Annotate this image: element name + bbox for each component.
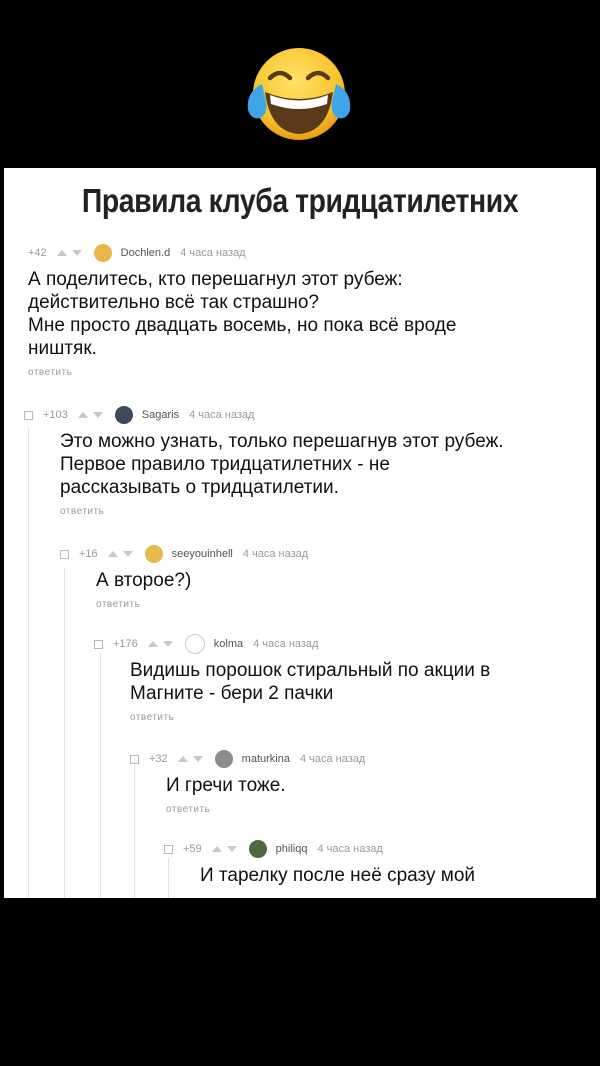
reply-link[interactable]: ответить xyxy=(28,367,456,378)
upvote-icon[interactable] xyxy=(177,756,188,762)
collapse-toggle-icon[interactable] xyxy=(164,844,173,854)
avatar[interactable] xyxy=(214,750,233,768)
avatar[interactable] xyxy=(114,406,133,424)
comment-time: 4 часа назад xyxy=(299,753,366,765)
reply-link[interactable]: ответить xyxy=(96,599,308,610)
comment-time: 4 часа назад xyxy=(189,409,255,421)
comment-author[interactable]: kolma xyxy=(214,638,243,650)
comment-author[interactable]: maturkina xyxy=(242,753,290,765)
thread-line xyxy=(64,568,65,898)
comment: +42 Dochlen.d 4 часа назад А поделитесь,… xyxy=(28,242,456,378)
comment-meta: +32 maturkina 4 часа назад xyxy=(130,748,365,770)
downvote-icon[interactable] xyxy=(226,846,237,852)
comment-text: Видишь порошок стиральный по акции в Маг… xyxy=(130,660,491,704)
downvote-icon[interactable] xyxy=(192,756,203,762)
comment-author[interactable]: philiqq xyxy=(276,843,308,855)
comment-author[interactable]: seeyouinhell xyxy=(172,548,233,560)
comment-time: 4 часа назад xyxy=(317,843,383,855)
reply-link[interactable]: ответить xyxy=(130,712,490,723)
comment-rating: +103 xyxy=(43,409,68,421)
comment-meta: +16 seeyouinhell 4 часа назад xyxy=(60,543,308,565)
comment-meta: +176 kolma 4 часа назад xyxy=(94,633,490,655)
comment: +32 maturkina 4 часа назад И гречи тоже.… xyxy=(130,748,365,815)
downvote-icon[interactable] xyxy=(92,412,103,418)
comment-text: И тарелку после неё сразу мой xyxy=(200,865,476,886)
upvote-icon[interactable] xyxy=(56,250,67,256)
comment: +103 Sagaris 4 часа назад Это можно узна… xyxy=(24,404,504,517)
comment-rating: +16 xyxy=(79,548,98,560)
upvote-icon[interactable] xyxy=(107,551,118,557)
comment: +16 seeyouinhell 4 часа назад А второе?)… xyxy=(60,543,308,610)
comment-rating: +176 xyxy=(113,638,138,650)
page-title: Правила клуба тридцатилетних xyxy=(81,182,519,219)
comment-time: 4 часа назад xyxy=(253,638,319,650)
comment-meta: +42 Dochlen.d 4 часа назад xyxy=(28,242,456,264)
reply-link[interactable]: ответить xyxy=(60,506,504,517)
avatar[interactable] xyxy=(93,244,112,262)
tears-of-joy-emoji-icon xyxy=(247,48,351,140)
comment-author[interactable]: Sagaris xyxy=(142,409,179,421)
comment: +176 kolma 4 часа назад Видишь порошок с… xyxy=(94,633,490,723)
comment-meta: +103 Sagaris 4 часа назад xyxy=(24,404,504,426)
avatar[interactable] xyxy=(184,634,205,654)
upvote-icon[interactable] xyxy=(77,412,88,418)
collapse-toggle-icon[interactable] xyxy=(24,410,33,420)
collapse-toggle-icon[interactable] xyxy=(60,549,69,559)
comment-rating: +42 xyxy=(28,247,47,259)
downvote-icon[interactable] xyxy=(71,250,82,256)
downvote-icon[interactable] xyxy=(122,551,133,557)
avatar[interactable] xyxy=(144,545,163,563)
comment-time: 4 часа назад xyxy=(242,548,309,560)
collapse-toggle-icon[interactable] xyxy=(94,639,103,649)
collapse-toggle-icon[interactable] xyxy=(130,754,139,764)
downvote-icon[interactable] xyxy=(162,641,173,647)
comment-meta: +59 philiqq 4 часа назад xyxy=(164,838,475,860)
comment-text: А второе?) xyxy=(96,570,192,591)
comment-text: И гречи тоже. xyxy=(166,775,286,796)
upvote-icon[interactable] xyxy=(211,846,222,852)
comment-text: Это можно узнать, только перешагнув этот… xyxy=(60,431,504,498)
avatar[interactable] xyxy=(248,840,267,858)
comment-rating: +32 xyxy=(149,753,168,765)
upvote-icon[interactable] xyxy=(147,641,158,647)
comment: +59 philiqq 4 часа назад И тарелку после… xyxy=(164,838,475,887)
screenshot-card: Правила клуба тридцатилетних +42 Dochlen… xyxy=(4,168,596,898)
comment-author[interactable]: Dochlen.d xyxy=(121,247,171,259)
comment-rating: +59 xyxy=(183,843,202,855)
reply-link[interactable]: ответить xyxy=(166,804,365,815)
comment-time: 4 часа назад xyxy=(180,247,246,259)
comment-text: А поделитесь, кто перешагнул этот рубеж:… xyxy=(28,269,457,359)
